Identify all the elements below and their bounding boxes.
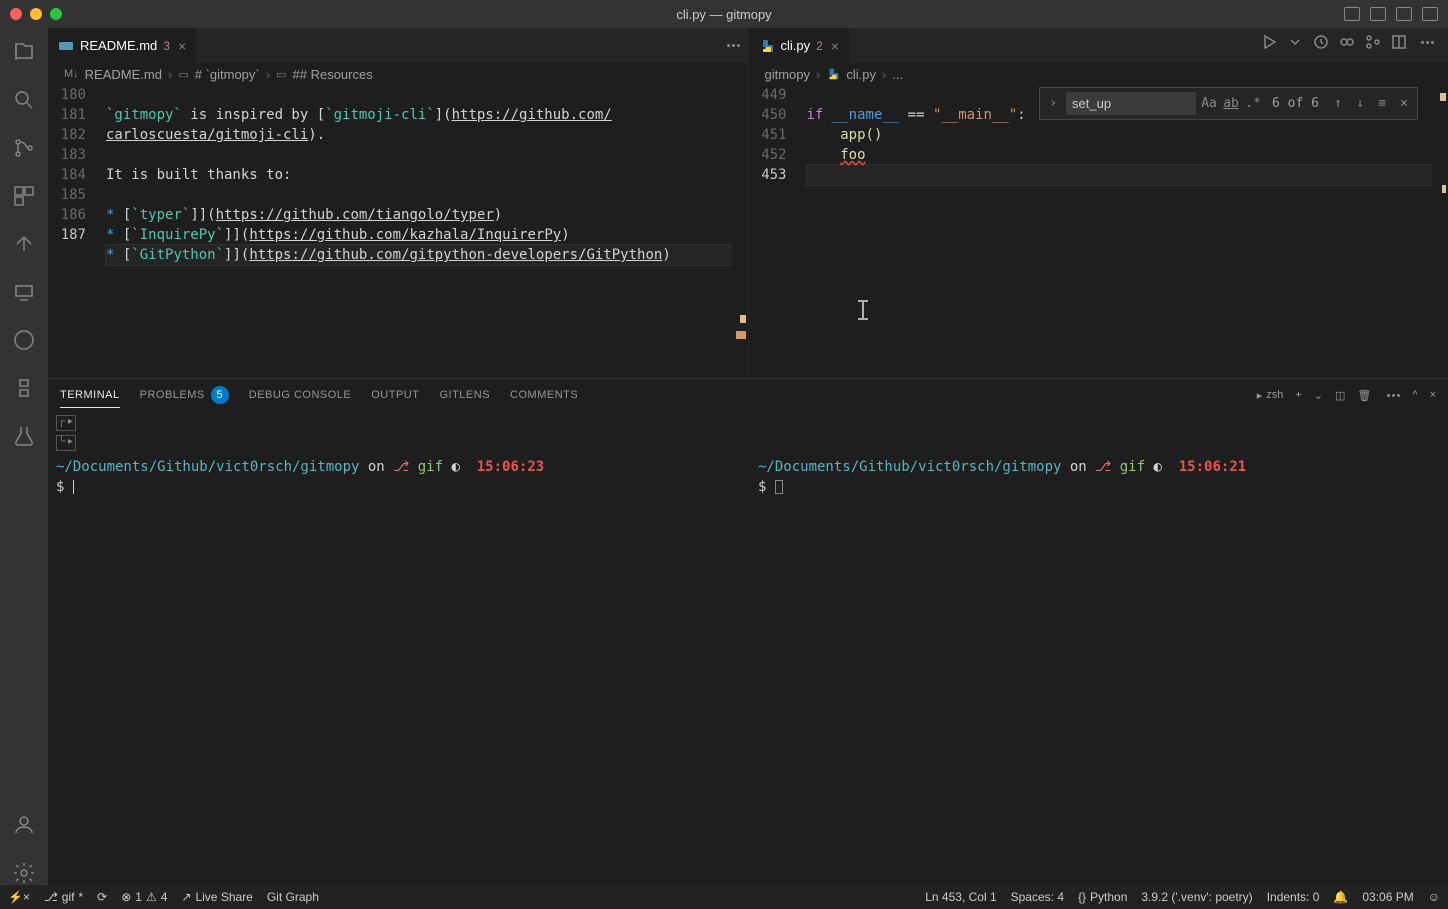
accounts-icon[interactable] [12, 813, 36, 837]
editor-group-right: cli.py 2 × gitmopy [749, 28, 1448, 378]
close-icon[interactable]: × [1395, 95, 1413, 113]
live-share-icon[interactable] [12, 232, 36, 256]
branch-icon[interactable] [1365, 34, 1381, 50]
tab-gitlens[interactable]: GITLENS [439, 383, 490, 407]
close-icon[interactable]: × [178, 38, 186, 54]
history-icon[interactable] [1313, 34, 1329, 50]
tab-label: cli.py [781, 38, 811, 53]
next-match-icon[interactable]: ↓ [1351, 95, 1369, 113]
close-icon[interactable]: × [831, 38, 839, 54]
new-terminal-icon[interactable]: + [1295, 389, 1301, 401]
minimap[interactable] [1432, 85, 1448, 378]
window-title: cli.py — gitmopy [676, 7, 771, 22]
editor-right[interactable]: › Aa ab .* 6 of 6 ↑ ↓ ≡ × 449 450 [749, 85, 1448, 378]
activity-bar [0, 28, 48, 885]
markdown-file-icon [58, 38, 74, 54]
tab-debug-console[interactable]: DEBUG CONSOLE [249, 383, 351, 407]
git-graph-status[interactable]: Git Graph [267, 890, 319, 904]
regex-icon[interactable]: .* [1244, 95, 1262, 113]
tab-comments[interactable]: COMMENTS [510, 383, 578, 407]
python-file-icon [759, 38, 775, 54]
sync-status[interactable]: ⟳ [97, 890, 107, 904]
window-minimize[interactable] [30, 8, 42, 20]
settings-gear-icon[interactable] [12, 861, 36, 885]
python-interpreter[interactable]: 3.9.2 ('.venv': poetry) [1141, 890, 1252, 904]
maximize-panel-icon[interactable]: ^ [1412, 389, 1417, 401]
tab-label: README.md [80, 38, 157, 53]
problems-status[interactable]: ⊗ 1 ⚠ 4 [121, 890, 167, 904]
panel: TERMINAL PROBLEMS5 DEBUG CONSOLE OUTPUT … [48, 378, 1448, 885]
match-word-icon[interactable]: ab [1222, 95, 1240, 113]
compare-icon[interactable] [1339, 34, 1355, 50]
terminal-pane-1[interactable]: ~/Documents/Github/vict0rsch/gitmopy on … [56, 457, 738, 497]
extensions-icon[interactable] [12, 184, 36, 208]
feedback-icon[interactable]: ☺ [1428, 890, 1440, 904]
remote-status[interactable]: ⚡× [8, 890, 30, 904]
run-dropdown-icon[interactable] [1287, 34, 1303, 50]
clock: 03:06 PM [1362, 890, 1413, 904]
terminal-shell-label[interactable]: ▸zsh [1257, 389, 1284, 402]
python-file-icon [826, 67, 840, 81]
tab-output[interactable]: OUTPUT [371, 383, 419, 407]
language-status[interactable]: {} Python [1078, 890, 1127, 904]
kill-terminal-icon[interactable]: 🗑 [1357, 389, 1371, 402]
tab-dirty-badge: 3 [163, 39, 170, 53]
explorer-icon[interactable] [12, 40, 36, 64]
find-selection-icon[interactable]: ≡ [1373, 95, 1391, 113]
search-icon[interactable] [12, 88, 36, 112]
notifications-icon[interactable]: 🔔 [1333, 890, 1348, 904]
window-close[interactable] [10, 8, 22, 20]
terminal-split-indicator-2[interactable]: └ ▸ [56, 435, 76, 451]
editor-more-icon[interactable] [727, 44, 740, 47]
python-env-icon[interactable] [12, 376, 36, 400]
split-icon[interactable] [1391, 34, 1407, 50]
layout-customize-icon[interactable] [1422, 7, 1438, 21]
breadcrumb[interactable]: gitmopy › cli.py › ... [749, 63, 1448, 85]
test-icon[interactable] [12, 424, 36, 448]
terminal-dropdown-icon[interactable]: ⌄ [1314, 389, 1323, 402]
gutter: 180 181 182 183 184 185 186 187 [48, 85, 98, 378]
editor-more-icon[interactable] [1421, 41, 1434, 44]
layout-toggle-primary-icon[interactable] [1344, 7, 1360, 21]
tab-terminal[interactable]: TERMINAL [60, 383, 120, 408]
layout-toggle-panel-icon[interactable] [1370, 7, 1386, 21]
indents-status[interactable]: Indents: 0 [1267, 890, 1320, 904]
status-bar: ⚡× ⎇ gif* ⟳ ⊗ 1 ⚠ 4 ↗ Live Share Git Gra… [0, 885, 1448, 909]
titlebar: cli.py — gitmopy [0, 0, 1448, 28]
tab-readme[interactable]: README.md 3 × [48, 28, 196, 63]
find-widget: › Aa ab .* 6 of 6 ↑ ↓ ≡ × [1039, 87, 1418, 120]
tab-dirty-badge: 2 [816, 39, 823, 53]
panel-more-icon[interactable] [1387, 394, 1400, 397]
source-control-icon[interactable] [12, 136, 36, 160]
terminal-pane-2[interactable]: ~/Documents/Github/vict0rsch/gitmopy on … [758, 457, 1440, 497]
chevron-right-icon[interactable]: › [1044, 95, 1062, 113]
minimap[interactable] [732, 85, 748, 378]
layout-toggle-secondary-icon[interactable] [1396, 7, 1412, 21]
gutter: 449 450 451 452 453 [749, 85, 799, 378]
problems-count-badge: 5 [211, 386, 229, 404]
split-terminal-icon[interactable]: ◫ [1335, 389, 1345, 402]
window-maximize[interactable] [50, 8, 62, 20]
close-panel-icon[interactable]: × [1430, 389, 1436, 401]
editor-group-left: README.md 3 × M↓ README.md › ▭ # `gitmop… [48, 28, 749, 378]
indentation-status[interactable]: Spaces: 4 [1011, 890, 1064, 904]
find-count: 6 of 6 [1266, 96, 1325, 111]
match-case-icon[interactable]: Aa [1200, 95, 1218, 113]
live-share-status[interactable]: ↗ Live Share [181, 890, 252, 904]
terminal-split-indicator-1[interactable]: ┌ ▸ [56, 415, 76, 431]
cursor-position[interactable]: Ln 453, Col 1 [925, 890, 996, 904]
find-input[interactable] [1066, 92, 1196, 115]
tab-cli[interactable]: cli.py 2 × [749, 28, 850, 63]
run-icon[interactable] [1261, 34, 1277, 50]
branch-status[interactable]: ⎇ gif* [44, 890, 83, 904]
prev-match-icon[interactable]: ↑ [1329, 95, 1347, 113]
tab-problems[interactable]: PROBLEMS5 [140, 380, 229, 410]
breadcrumb[interactable]: M↓ README.md › ▭ # `gitmopy` › ▭ ## Reso… [48, 63, 748, 85]
github-icon[interactable] [12, 328, 36, 352]
editor-left[interactable]: 180 181 182 183 184 185 186 187 `gitmopy… [48, 85, 748, 378]
remote-icon[interactable] [12, 280, 36, 304]
